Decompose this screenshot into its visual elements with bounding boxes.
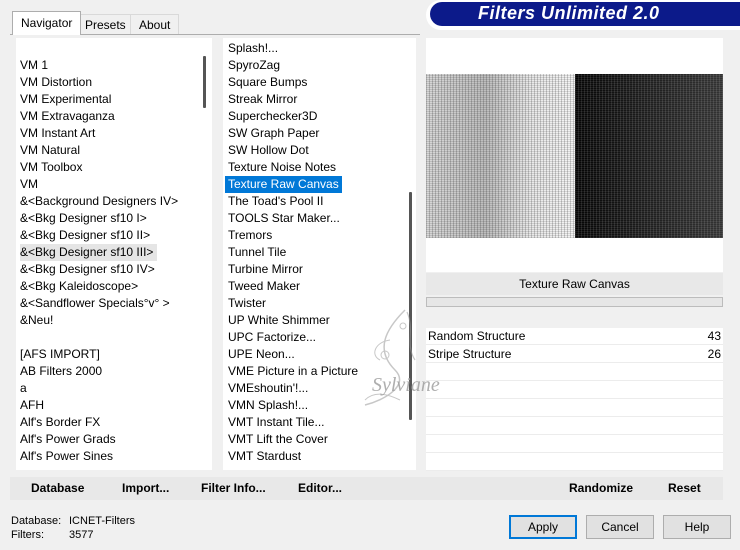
param-row-empty [426, 418, 723, 435]
category-item[interactable]: &<Background Designers IV> [20, 193, 212, 210]
category-item[interactable]: &<Bkg Designer sf10 II> [20, 227, 212, 244]
filter-item[interactable]: Texture Raw Canvas [225, 176, 342, 193]
category-item[interactable]: VM Extravaganza [20, 108, 212, 125]
category-item[interactable]: a [20, 380, 212, 397]
filters-count-label: Filters: [11, 529, 44, 541]
cancel-button[interactable]: Cancel [586, 515, 654, 539]
randomize-button[interactable]: Randomize [569, 481, 633, 495]
category-item[interactable]: &<Bkg Designer sf10 I> [20, 210, 212, 227]
filter-item[interactable]: Tremors [228, 227, 416, 244]
watermark-logo [364, 309, 416, 406]
filter-item[interactable]: Tunnel Tile [228, 244, 416, 261]
tab-presets[interactable]: Presets [76, 14, 135, 34]
category-item[interactable]: &Neu! [20, 312, 212, 329]
filter-item[interactable]: Turbine Mirror [228, 261, 416, 278]
category-item[interactable]: AB Filters 2000 [20, 363, 212, 380]
apply-button[interactable]: Apply [509, 515, 577, 539]
category-item[interactable]: &<Bkg Kaleidoscope> [20, 278, 212, 295]
help-button[interactable]: Help [663, 515, 731, 539]
category-item[interactable]: VM Toolbox [20, 159, 212, 176]
editor-button[interactable]: Editor... [298, 481, 342, 495]
category-item[interactable]: AFH [20, 397, 212, 414]
filter-item[interactable]: SW Graph Paper [228, 125, 416, 142]
category-list-scrollbar[interactable] [203, 56, 206, 108]
selected-filter-name: Texture Raw Canvas [426, 273, 723, 295]
filter-info-button[interactable]: Filter Info... [201, 481, 266, 495]
category-item[interactable]: &<Sandflower Specials°v° > [20, 295, 212, 312]
filter-item[interactable]: Superchecker3D [228, 108, 416, 125]
category-item[interactable]: VM [20, 176, 212, 193]
category-item[interactable]: &<Bkg Designer sf10 IV> [20, 261, 212, 278]
preview-original [426, 74, 575, 238]
filter-item[interactable]: The Toad's Pool II [228, 193, 416, 210]
param-row-empty [426, 436, 723, 453]
import-button[interactable]: Import... [122, 481, 169, 495]
filter-item[interactable]: TOOLS Star Maker... [228, 210, 416, 227]
category-item[interactable]: VM Natural [20, 142, 212, 159]
category-item[interactable]: VM 1 [20, 57, 212, 74]
category-item[interactable]: &<Bkg Designer sf10 III> [20, 244, 158, 261]
category-item[interactable]: VM Instant Art [20, 125, 212, 142]
preview-filtered [575, 74, 723, 238]
filter-item[interactable]: Texture Noise Notes [228, 159, 416, 176]
tab-navigator[interactable]: Navigator [12, 11, 82, 35]
category-item[interactable]: Alf's Power Sines [20, 448, 212, 465]
filter-item[interactable]: VMT Stardust [228, 448, 416, 465]
filter-item[interactable]: Splash!... [228, 40, 416, 57]
param-value: 26 [707, 347, 721, 361]
category-item[interactable]: [AFS IMPORT] [20, 346, 212, 363]
category-item[interactable]: VM Experimental [20, 91, 212, 108]
preview-image [426, 74, 723, 238]
category-item[interactable]: VM Distortion [20, 74, 212, 91]
category-list[interactable]: VM 1 VM Distortion VM Experimental VM Extra… [16, 38, 212, 470]
category-item[interactable] [20, 329, 212, 346]
filters-count-value: 3577 [69, 529, 94, 541]
reset-button[interactable]: Reset [668, 481, 701, 495]
database-label: Database: [11, 515, 62, 527]
filter-item[interactable]: VMT Lift the Cover [228, 431, 416, 448]
filter-item[interactable]: SpyroZag [228, 57, 416, 74]
filter-item[interactable]: Tweed Maker [228, 278, 416, 295]
filter-item[interactable]: Square Bumps [228, 74, 416, 91]
database-button[interactable]: Database [31, 481, 84, 495]
param-value: 43 [707, 329, 721, 343]
category-item[interactable]: Alf's Border FX [20, 414, 212, 431]
watermark-text: Sylviane [372, 374, 440, 396]
param-row-empty [426, 454, 723, 471]
filter-item[interactable]: SW Hollow Dot [228, 142, 416, 159]
database-value: ICNET-Filters [69, 515, 135, 527]
category-item[interactable]: Alf's Power Grads [20, 431, 212, 448]
tab-about[interactable]: About [130, 14, 180, 34]
filter-item[interactable]: Streak Mirror [228, 91, 416, 108]
app-title: Filters Unlimited 2.0 [478, 3, 660, 23]
